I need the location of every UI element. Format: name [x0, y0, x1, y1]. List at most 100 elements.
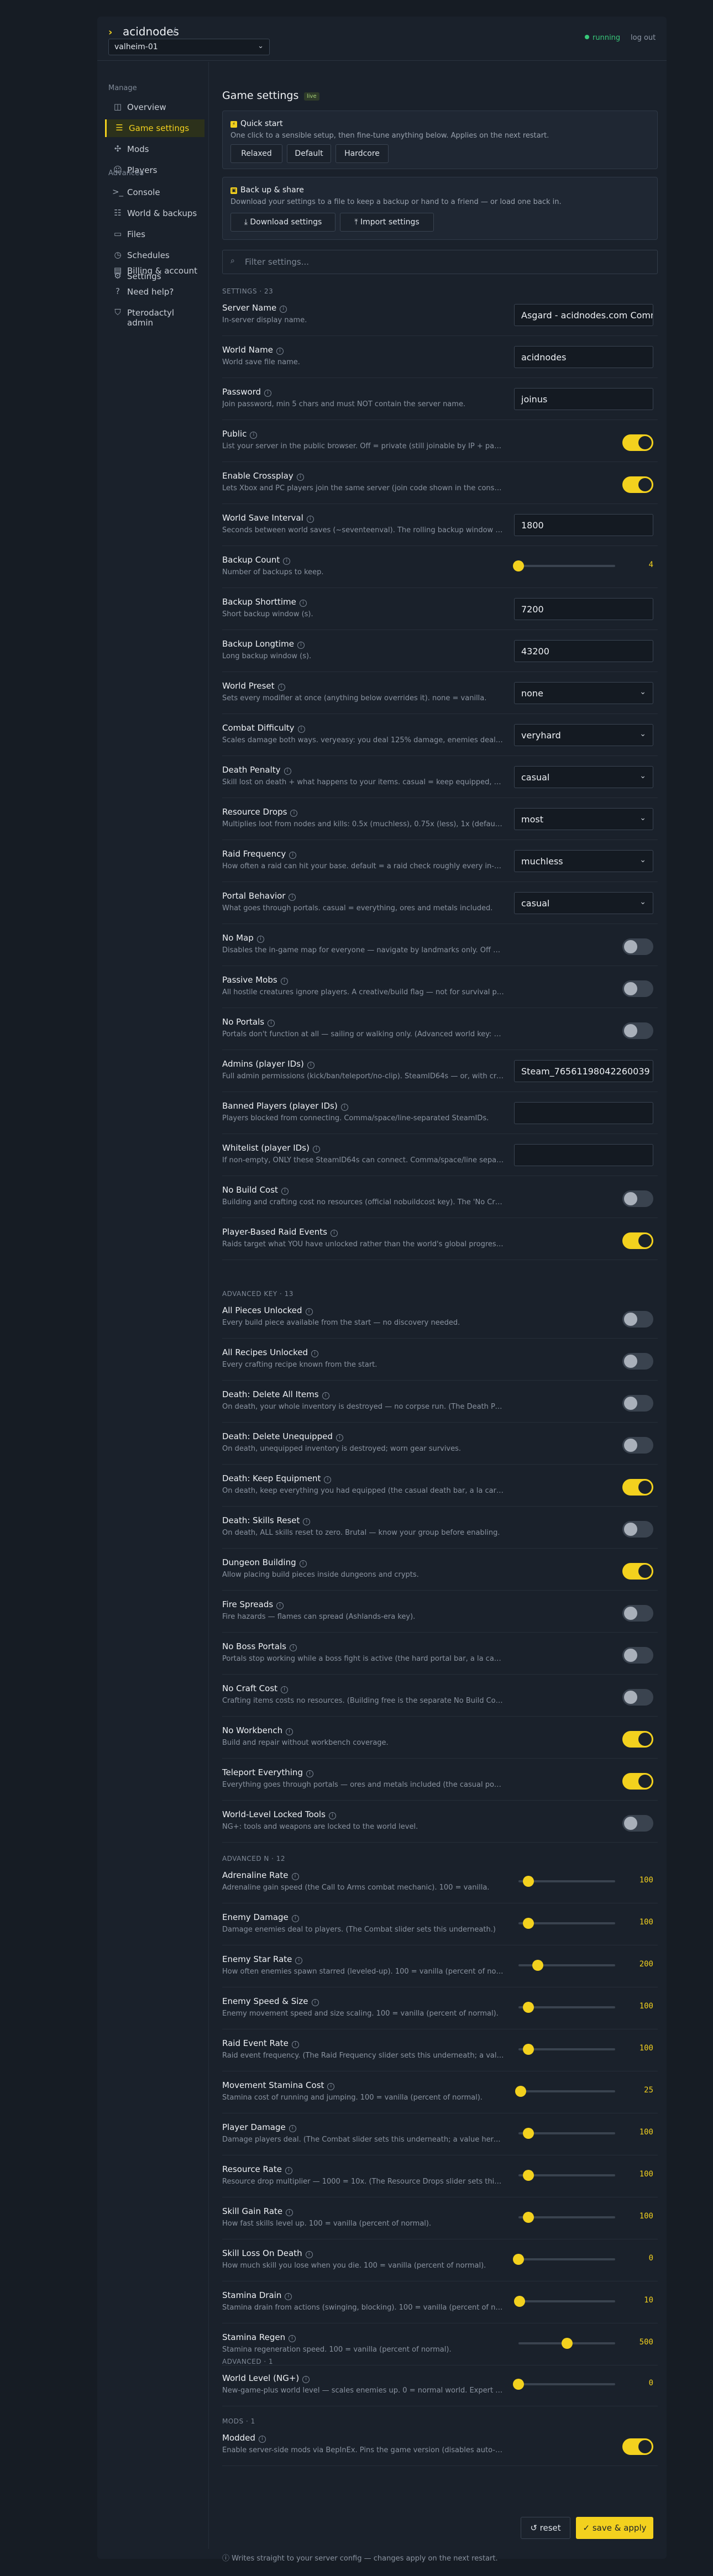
- info-icon[interactable]: i: [335, 1434, 343, 1441]
- toggle-no-boss-portals[interactable]: [622, 1647, 653, 1664]
- toggle-no-workbench[interactable]: [622, 1731, 653, 1748]
- preset-default-button[interactable]: Default: [287, 144, 331, 163]
- slider-enemy-speed-size[interactable]: [518, 2002, 615, 2013]
- sidebar-item-billing-account[interactable]: ▤ Billing & account: [105, 262, 205, 280]
- slider-thumb[interactable]: [522, 2044, 534, 2055]
- toggle-no-build-cost[interactable]: [622, 1190, 653, 1207]
- info-icon[interactable]: i: [281, 1188, 289, 1195]
- toggle-no-map[interactable]: [622, 938, 653, 955]
- info-icon[interactable]: i: [285, 2293, 292, 2300]
- info-icon[interactable]: i: [283, 558, 291, 565]
- info-icon[interactable]: i: [289, 2335, 296, 2342]
- info-icon[interactable]: i: [302, 2376, 310, 2383]
- info-icon[interactable]: i: [280, 306, 287, 313]
- slider-thumb[interactable]: [561, 2338, 573, 2349]
- info-icon[interactable]: i: [276, 348, 284, 355]
- slider-raid-event-rate[interactable]: [518, 2044, 615, 2055]
- info-icon[interactable]: i: [285, 2167, 292, 2174]
- setting-input-banned-players-player-ids[interactable]: [514, 1102, 653, 1124]
- info-icon[interactable]: i: [305, 1308, 313, 1315]
- info-icon[interactable]: i: [281, 1686, 289, 1693]
- info-icon[interactable]: i: [290, 810, 298, 817]
- info-icon[interactable]: i: [250, 432, 258, 439]
- toggle-all-pieces-unlocked[interactable]: [622, 1311, 653, 1328]
- info-icon[interactable]: i: [256, 936, 264, 943]
- download-settings-button[interactable]: ⤓ Download settings: [230, 213, 335, 232]
- preset-relaxed-button[interactable]: Relaxed: [230, 144, 282, 163]
- slider-stamina-drain[interactable]: [513, 2296, 615, 2307]
- slider-thumb[interactable]: [513, 2379, 524, 2390]
- slider-player-damage[interactable]: [518, 2128, 615, 2139]
- info-icon[interactable]: i: [303, 1518, 311, 1525]
- slider-world-level-ng[interactable]: [513, 2379, 615, 2390]
- toggle-public[interactable]: [622, 434, 653, 451]
- slider-backup-count[interactable]: [513, 560, 615, 571]
- toggle-teleport-everything[interactable]: [622, 1773, 653, 1790]
- toggle-all-recipes-unlocked[interactable]: [622, 1353, 653, 1370]
- info-icon[interactable]: i: [289, 894, 296, 901]
- setting-input-backup-shorttime[interactable]: 7200: [514, 598, 653, 620]
- slider-skill-gain-rate[interactable]: [518, 2212, 615, 2223]
- info-icon[interactable]: i: [299, 600, 307, 607]
- slider-thumb[interactable]: [515, 2086, 527, 2097]
- setting-select-world-preset[interactable]: none ⌄: [514, 682, 653, 704]
- slider-stamina-regen[interactable]: [518, 2338, 615, 2349]
- info-icon[interactable]: i: [284, 768, 291, 775]
- info-icon[interactable]: i: [286, 1728, 293, 1735]
- toggle-enable-crossplay[interactable]: [622, 476, 653, 493]
- info-icon[interactable]: i: [324, 1476, 332, 1483]
- info-icon[interactable]: i: [299, 1560, 307, 1567]
- info-icon[interactable]: i: [296, 474, 304, 481]
- setting-input-password[interactable]: joinus: [514, 388, 653, 410]
- info-icon[interactable]: i: [295, 1957, 303, 1964]
- toggle-player-based-raid-events[interactable]: [622, 1232, 653, 1249]
- setting-input-server-name[interactable]: Asgard - acidnodes.com Comm: [514, 304, 653, 326]
- slider-thumb[interactable]: [522, 1918, 534, 1929]
- slider-resource-rate[interactable]: [518, 2170, 615, 2181]
- server-select[interactable]: valheim-01 ⌄: [108, 39, 270, 55]
- slider-thumb[interactable]: [513, 2296, 525, 2307]
- slider-thumb[interactable]: [513, 2254, 524, 2265]
- slider-thumb[interactable]: [522, 2170, 534, 2181]
- slider-thumb[interactable]: [522, 2128, 534, 2139]
- setting-select-raid-frequency[interactable]: muchless ⌄: [514, 850, 653, 872]
- toggle-death-keep-equipment[interactable]: [622, 1479, 653, 1496]
- info-icon[interactable]: i: [280, 978, 288, 985]
- info-icon[interactable]: i: [312, 1146, 320, 1153]
- setting-select-resource-drops[interactable]: most ⌄: [514, 808, 653, 830]
- setting-select-death-penalty[interactable]: casual ⌄: [514, 766, 653, 788]
- slider-thumb[interactable]: [513, 560, 524, 571]
- info-icon[interactable]: i: [264, 390, 272, 397]
- info-icon[interactable]: i: [289, 1644, 297, 1651]
- setting-input-admins-player-ids[interactable]: Steam_76561198042260039: [514, 1060, 653, 1082]
- setting-input-backup-longtime[interactable]: 43200: [514, 640, 653, 662]
- slider-thumb[interactable]: [532, 1960, 543, 1971]
- setting-select-combat-difficulty[interactable]: veryhard ⌄: [514, 724, 653, 746]
- preset-hardcore-button[interactable]: Hardcore: [335, 144, 389, 163]
- info-icon[interactable]: i: [277, 684, 285, 691]
- sidebar-item-console[interactable]: >_ Console: [105, 183, 205, 201]
- info-icon[interactable]: i: [327, 2083, 335, 2090]
- info-icon[interactable]: i: [291, 1873, 299, 1880]
- info-icon[interactable]: i: [305, 2251, 313, 2258]
- info-icon[interactable]: i: [330, 1230, 338, 1237]
- setting-select-portal-behavior[interactable]: casual ⌄: [514, 892, 653, 914]
- info-icon[interactable]: i: [289, 852, 297, 859]
- slider-thumb[interactable]: [522, 2002, 534, 2013]
- slider-enemy-star-rate[interactable]: [518, 1960, 615, 1971]
- info-icon[interactable]: i: [268, 1020, 275, 1027]
- sidebar-item-files[interactable]: ▭ Files: [105, 225, 205, 243]
- slider-enemy-damage[interactable]: [518, 1918, 615, 1929]
- info-icon[interactable]: i: [306, 516, 314, 523]
- toggle-no-portals[interactable]: [622, 1022, 653, 1039]
- toggle-death-delete-all-items[interactable]: [622, 1395, 653, 1412]
- info-icon[interactable]: i: [311, 1999, 319, 2006]
- slider-movement-stamina-cost[interactable]: [515, 2086, 615, 2097]
- setting-input-world-save-interval[interactable]: 1800: [514, 514, 653, 536]
- info-icon[interactable]: i: [328, 1812, 336, 1819]
- toggle-world-level-locked-tools[interactable]: [622, 1815, 653, 1832]
- info-icon[interactable]: i: [258, 2436, 266, 2443]
- toggle-passive-mobs[interactable]: [622, 980, 653, 997]
- setting-input-whitelist-player-ids[interactable]: [514, 1144, 653, 1166]
- info-icon[interactable]: i: [286, 2209, 293, 2216]
